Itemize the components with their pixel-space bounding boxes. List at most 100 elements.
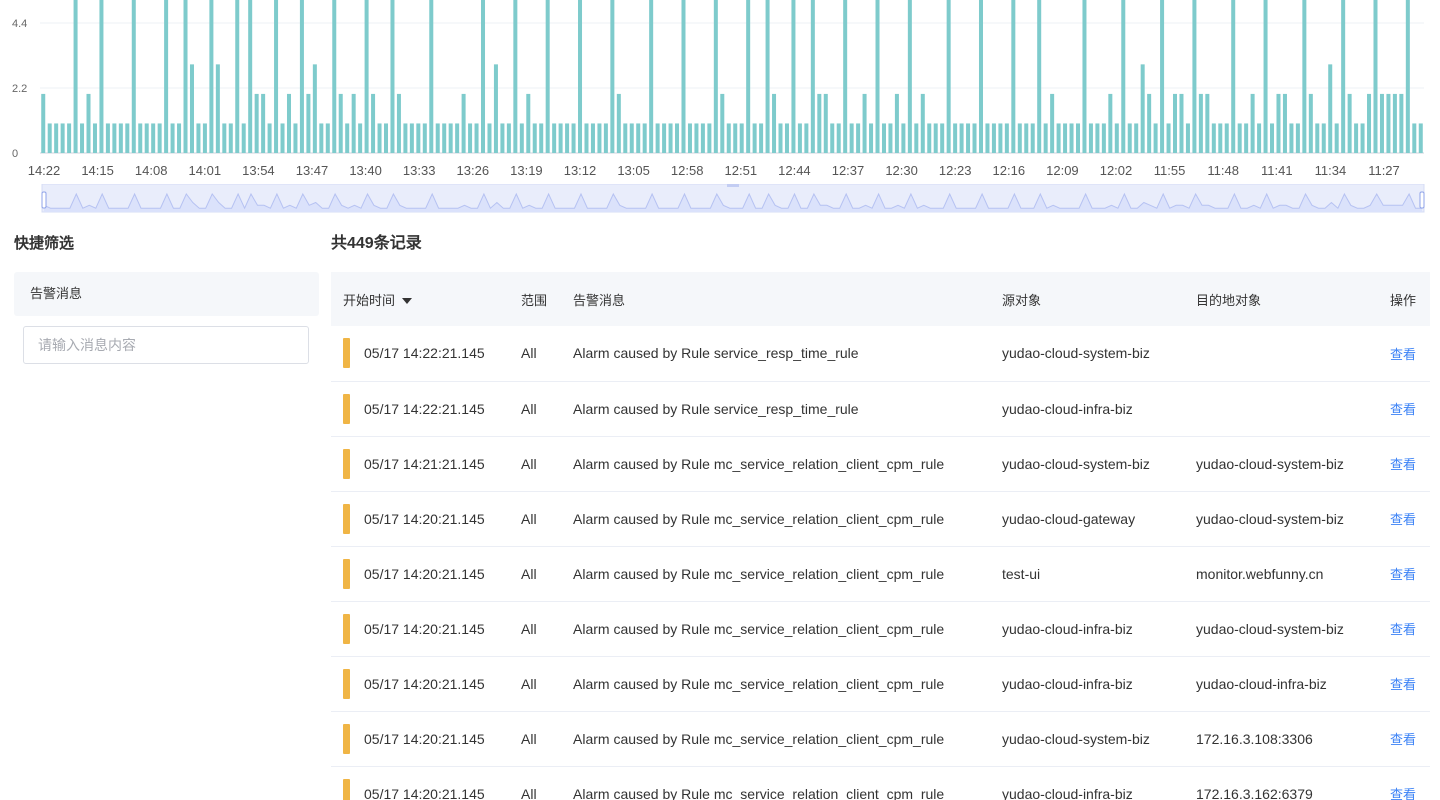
chart-bar[interactable]	[1140, 64, 1145, 153]
chart-bar[interactable]	[209, 0, 214, 153]
chart-bar[interactable]	[636, 123, 641, 153]
chart-bar[interactable]	[1276, 93, 1281, 153]
chart-bar[interactable]	[1418, 123, 1423, 153]
chart-bar[interactable]	[202, 123, 207, 153]
chart-bar[interactable]	[1315, 123, 1320, 153]
chart-bar[interactable]	[869, 123, 874, 153]
chart-bar[interactable]	[215, 64, 220, 153]
chart-bar[interactable]	[1095, 123, 1100, 153]
chart-bar[interactable]	[1063, 123, 1068, 153]
chart-bar[interactable]	[830, 123, 835, 153]
chart-bar[interactable]	[539, 123, 544, 153]
chart-bar[interactable]	[1263, 0, 1268, 153]
chart-bar[interactable]	[254, 93, 259, 153]
chart-bar[interactable]	[590, 123, 595, 153]
chart-bar[interactable]	[1341, 0, 1346, 153]
chart-bar[interactable]	[1024, 123, 1029, 153]
filter-section-alarm-message[interactable]: 告警消息	[14, 272, 319, 316]
chart-bar[interactable]	[1043, 123, 1048, 153]
chart-bar[interactable]	[746, 0, 751, 153]
chart-bar[interactable]	[138, 123, 143, 153]
chart-bar[interactable]	[164, 0, 169, 153]
view-alarm-link[interactable]: 查看	[1390, 347, 1416, 362]
chart-bar[interactable]	[603, 123, 608, 153]
chart-zoom-slider[interactable]	[40, 184, 1426, 214]
chart-bar[interactable]	[1218, 123, 1223, 153]
chart-bar[interactable]	[1399, 93, 1404, 153]
chart-bar[interactable]	[299, 0, 304, 153]
chart-bar[interactable]	[105, 123, 110, 153]
chart-bar[interactable]	[487, 123, 492, 153]
chart-bar[interactable]	[390, 0, 395, 153]
chart-bar[interactable]	[610, 0, 615, 153]
chart-bar[interactable]	[739, 123, 744, 153]
chart-bar[interactable]	[629, 123, 634, 153]
chart-bar[interactable]	[67, 123, 72, 153]
chart-bar[interactable]	[118, 123, 123, 153]
chart-bar[interactable]	[1211, 123, 1216, 153]
chart-bar[interactable]	[1231, 0, 1236, 153]
chart-bar[interactable]	[823, 93, 828, 153]
chart-bar[interactable]	[933, 123, 938, 153]
chart-bar[interactable]	[1185, 123, 1190, 153]
chart-bar[interactable]	[940, 123, 945, 153]
chart-bar[interactable]	[312, 64, 317, 153]
chart-bar[interactable]	[189, 64, 194, 153]
chart-bar[interactable]	[1302, 0, 1307, 153]
chart-bar[interactable]	[1037, 0, 1042, 153]
chart-bar[interactable]	[319, 123, 324, 153]
chart-bar[interactable]	[1224, 123, 1229, 153]
view-alarm-link[interactable]: 查看	[1390, 732, 1416, 747]
chart-bar[interactable]	[1295, 123, 1300, 153]
chart-bar[interactable]	[998, 123, 1003, 153]
chart-bar[interactable]	[513, 0, 518, 153]
chart-bar[interactable]	[655, 123, 660, 153]
chart-bar[interactable]	[1373, 0, 1378, 153]
chart-bar[interactable]	[1030, 123, 1035, 153]
chart-bar[interactable]	[810, 0, 815, 153]
chart-bar[interactable]	[707, 123, 712, 153]
view-alarm-link[interactable]: 查看	[1390, 512, 1416, 527]
chart-bar[interactable]	[1308, 93, 1313, 153]
chart-bar[interactable]	[849, 123, 854, 153]
chart-bar[interactable]	[1257, 123, 1262, 153]
chart-bar[interactable]	[597, 123, 602, 153]
chart-bar[interactable]	[972, 123, 977, 153]
chart-bar[interactable]	[862, 93, 867, 153]
chart-bar[interactable]	[558, 123, 563, 153]
chart-bar[interactable]	[927, 123, 932, 153]
chart-bar[interactable]	[157, 123, 162, 153]
view-alarm-link[interactable]: 查看	[1390, 567, 1416, 582]
chart-bar[interactable]	[1004, 123, 1009, 153]
chart-bar[interactable]	[493, 64, 498, 153]
chart-bar[interactable]	[552, 123, 557, 153]
chart-bar[interactable]	[54, 123, 59, 153]
chart-bar[interactable]	[1192, 0, 1197, 153]
chart-bar[interactable]	[565, 123, 570, 153]
chart-bar[interactable]	[681, 0, 686, 153]
chart-bar[interactable]	[442, 123, 447, 153]
chart-bar[interactable]	[946, 0, 951, 153]
chart-bar[interactable]	[616, 93, 621, 153]
chart-bar[interactable]	[1244, 123, 1249, 153]
chart-bar[interactable]	[144, 123, 149, 153]
chart-bar[interactable]	[991, 123, 996, 153]
chart-bar[interactable]	[506, 123, 511, 153]
slider-left-handle[interactable]	[41, 191, 47, 209]
chart-bar[interactable]	[1205, 93, 1210, 153]
chart-bar[interactable]	[338, 93, 343, 153]
slider-right-handle[interactable]	[1419, 191, 1425, 209]
chart-bar[interactable]	[364, 0, 369, 153]
chart-bar[interactable]	[1056, 123, 1061, 153]
chart-bar[interactable]	[222, 123, 227, 153]
chart-bar[interactable]	[519, 123, 524, 153]
chart-bar[interactable]	[584, 123, 589, 153]
chart-bar[interactable]	[170, 123, 175, 153]
chart-bar[interactable]	[481, 0, 486, 153]
view-alarm-link[interactable]: 查看	[1390, 677, 1416, 692]
chart-bar[interactable]	[429, 0, 434, 153]
alarm-message-search-input[interactable]	[23, 326, 309, 364]
chart-bar[interactable]	[474, 123, 479, 153]
chart-bar[interactable]	[720, 93, 725, 153]
chart-bar[interactable]	[1160, 0, 1165, 153]
